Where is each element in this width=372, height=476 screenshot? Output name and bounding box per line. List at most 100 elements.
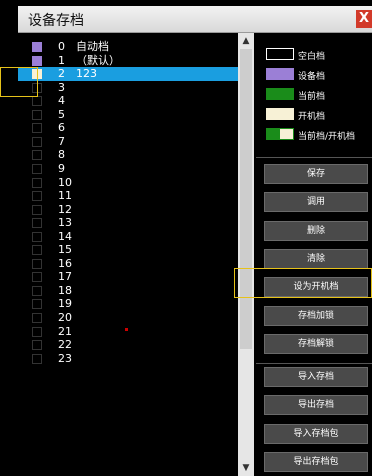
action-button[interactable]: 存档加锁 [264,305,368,326]
archive-status-swatch [32,313,42,323]
archive-status-swatch [32,245,42,256]
archive-name: 123 [76,67,97,81]
archive-index: 7 [58,134,65,148]
legend-item: 当前档/开机档 [256,126,372,144]
list-item[interactable]: 7 [18,135,238,149]
list-item[interactable]: 15 [18,243,238,257]
legend-item: 开机档 [256,106,372,124]
list-item[interactable]: 8 [18,148,238,162]
list-item[interactable]: 3 [18,81,238,95]
archive-index: 22 [58,338,72,352]
archive-index: 5 [58,107,65,121]
archive-status-swatch [32,136,42,147]
archive-index: 14 [58,229,72,243]
legend-swatch [266,48,294,60]
archive-list[interactable]: 0 自动档 1 （默认） 2 123 3 4 5 6 7 8 9 10 11 12 13 14 15 16 17 18 19… [18,33,238,476]
archive-status-swatch [32,231,42,242]
list-item[interactable]: 6 [18,121,238,135]
archive-status-swatch [32,218,42,229]
legend-label: 当前档 [298,92,326,102]
legend-item: 设备档 [256,66,372,84]
highlight-set-startup-button [234,268,372,298]
title-bar: 设备存档 X [18,6,372,33]
archive-index: 0 [58,40,65,53]
archive-status-swatch [32,353,42,364]
legend-label: 空白档 [298,52,326,62]
legend-swatch [266,68,294,80]
archive-status-swatch [32,177,42,188]
list-item[interactable]: 0 自动档 [18,40,238,54]
archive-status-swatch [32,326,42,337]
archive-index: 10 [58,175,72,189]
legend-label: 当前档/开机档 [298,132,356,142]
archive-index: 4 [58,94,65,108]
legend-item: 空白档 [256,46,372,64]
list-item[interactable]: 4 [18,94,238,108]
list-item[interactable]: 2 123 [18,67,238,82]
archive-index: 9 [58,161,65,175]
list-item[interactable]: 19 [18,297,238,311]
action-button[interactable]: 删除 [264,220,368,241]
legend-swatch [266,108,294,120]
action-button[interactable]: 清除 [264,248,368,269]
archive-index: 12 [58,202,72,216]
archive-status-swatch [32,272,42,283]
list-item[interactable]: 9 [18,162,238,176]
list-item[interactable]: 1 （默认） [18,54,238,68]
device-archive-window: 设备存档 X 0 自动档 1 （默认） 2 123 3 4 5 6 7 8 9 10 11 12 13 14 15 1… [18,6,372,476]
archive-status-swatch [32,55,42,66]
archive-status-swatch [32,123,42,134]
archive-index: 17 [58,270,72,284]
archive-index: 16 [58,256,72,270]
archive-index: 19 [58,297,72,311]
archive-status-swatch [32,150,42,161]
list-item[interactable]: 20 [18,311,238,325]
archive-index: 2 [58,67,65,81]
action-button[interactable]: 保存 [264,164,368,184]
archive-io-button[interactable]: 导入存档 [264,367,368,387]
archive-status-swatch [32,163,42,174]
divider [256,157,372,158]
legend-swatch [266,128,294,140]
list-scrollbar[interactable]: ▲ ▼ [238,33,254,476]
archive-index: 23 [58,351,72,365]
action-button[interactable]: 存档解锁 [264,333,368,354]
list-item[interactable]: 16 [18,257,238,271]
list-item[interactable]: 17 [18,270,238,284]
archive-index: 3 [58,80,65,94]
list-item[interactable]: 5 [18,108,238,122]
divider [256,363,372,364]
scroll-down-icon[interactable]: ▼ [238,460,254,476]
archive-status-swatch [32,96,42,107]
scroll-up-icon[interactable]: ▲ [238,33,254,49]
list-item[interactable]: 14 [18,230,238,244]
red-dot [125,328,128,331]
archive-status-swatch [32,191,42,202]
highlight-selected-swatch [0,67,38,97]
archive-index: 18 [58,283,72,297]
right-panel: 空白档 设备档 当前档 开机档 当前档/开机档 保存 调用 删除 清除 设为开机档 存档加锁 存档解锁… [256,33,372,476]
close-icon[interactable]: X [356,10,372,28]
archive-index: 8 [58,148,65,162]
list-item[interactable]: 12 [18,203,238,217]
list-item[interactable]: 23 [18,352,238,366]
archive-status-swatch [32,42,42,52]
archive-index: 13 [58,216,72,230]
scroll-thumb[interactable] [240,49,252,349]
archive-status-swatch [32,340,42,351]
archive-io-button[interactable]: 导出存档包 [264,451,368,472]
list-item[interactable]: 10 [18,176,238,190]
legend-label: 开机档 [298,112,326,122]
archive-status-swatch [32,204,42,215]
legend-item: 当前档 [256,86,372,104]
archive-io-button[interactable]: 导出存档 [264,395,368,416]
list-item[interactable]: 21 [18,325,238,339]
list-item[interactable]: 18 [18,284,238,298]
archive-index: 15 [58,243,72,257]
archive-io-button[interactable]: 导入存档包 [264,423,368,444]
list-item[interactable]: 13 [18,216,238,230]
action-button[interactable]: 调用 [264,192,368,213]
list-item[interactable]: 22 [18,338,238,352]
list-item[interactable]: 11 [18,189,238,203]
archive-status-swatch [32,109,42,120]
